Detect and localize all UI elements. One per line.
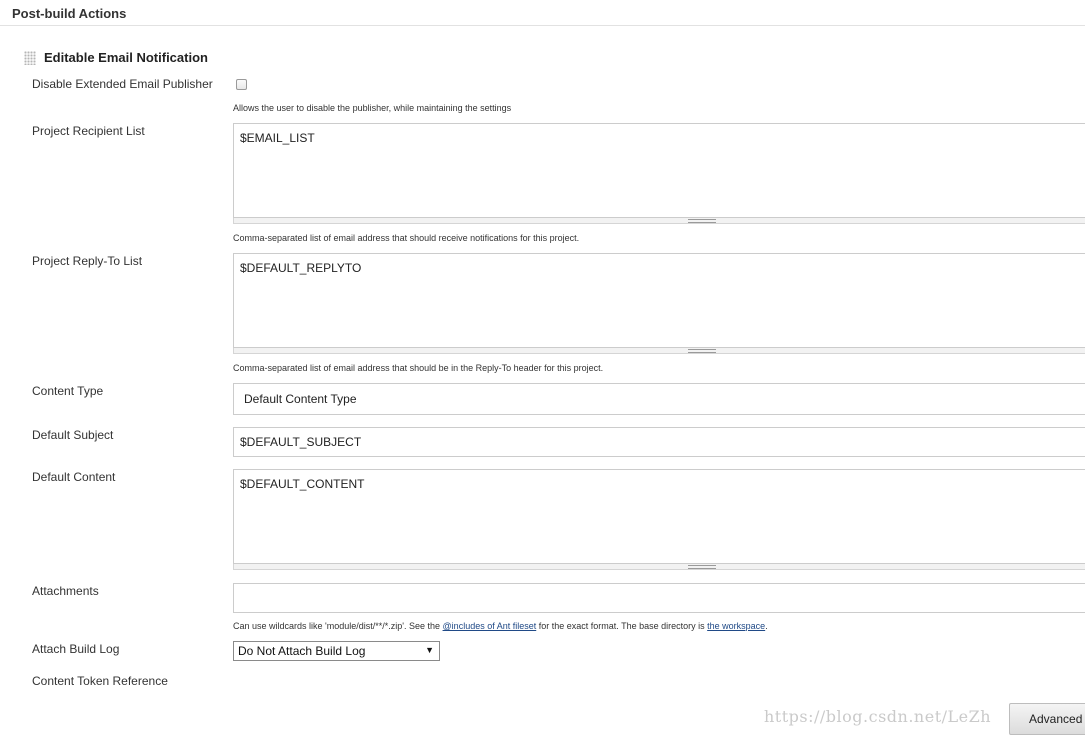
default-content-value: $DEFAULT_CONTENT — [240, 477, 365, 491]
default-content-textarea[interactable]: $DEFAULT_CONTENT — [233, 469, 1085, 564]
content-type-select[interactable]: Default Content Type — [233, 383, 1085, 415]
attach-build-log-label: Attach Build Log — [32, 642, 120, 656]
advanced-button-label: Advanced — [1029, 712, 1083, 726]
drag-handle-icon[interactable] — [24, 51, 36, 65]
attachments-input[interactable] — [233, 583, 1085, 613]
attachments-help-prefix: Can use wildcards like 'module/dist/**/*… — [233, 621, 443, 631]
section-header: Post-build Actions — [0, 0, 1085, 26]
disable-publisher-help: Allows the user to disable the publisher… — [233, 103, 512, 113]
content-type-label: Content Type — [32, 384, 104, 398]
advanced-button[interactable]: Advanced — [1009, 703, 1085, 735]
content-token-reference-label: Content Token Reference — [32, 674, 168, 688]
section-title: Post-build Actions — [12, 6, 127, 21]
attachments-help-middle: for the exact format. The base directory… — [536, 621, 708, 631]
default-subject-value: $DEFAULT_SUBJECT — [240, 435, 362, 449]
workspace-link[interactable]: the workspace — [707, 621, 765, 631]
recipient-list-label: Project Recipient List — [32, 124, 145, 138]
block-title: Editable Email Notification — [44, 50, 208, 65]
attachments-help-suffix: . — [765, 621, 768, 631]
watermark: https://blog.csdn.net/LeZh — [764, 707, 992, 726]
recipient-list-value: $EMAIL_LIST — [240, 131, 315, 145]
reply-to-resize-handle[interactable] — [233, 348, 1085, 354]
attachments-label: Attachments — [32, 584, 99, 598]
default-subject-label: Default Subject — [32, 428, 114, 442]
disable-publisher-label: Disable Extended Email Publisher — [32, 77, 213, 91]
chevron-down-icon: ▼ — [425, 645, 434, 655]
ant-fileset-link[interactable]: @includes of Ant fileset — [443, 621, 537, 631]
reply-to-label: Project Reply-To List — [32, 254, 143, 268]
attach-build-log-value: Do Not Attach Build Log — [238, 644, 366, 658]
default-content-resize-handle[interactable] — [233, 564, 1085, 570]
default-subject-input[interactable]: $DEFAULT_SUBJECT — [233, 427, 1085, 457]
reply-to-help: Comma-separated list of email address th… — [233, 363, 604, 373]
attachments-help: Can use wildcards like 'module/dist/**/*… — [233, 621, 768, 631]
recipient-list-help: Comma-separated list of email address th… — [233, 233, 580, 243]
recipient-list-resize-handle[interactable] — [233, 218, 1085, 224]
attach-build-log-select[interactable]: Do Not Attach Build Log ▼ — [233, 641, 440, 661]
reply-to-textarea[interactable]: $DEFAULT_REPLYTO — [233, 253, 1085, 348]
disable-publisher-checkbox[interactable] — [236, 79, 247, 90]
recipient-list-textarea[interactable]: $EMAIL_LIST — [233, 123, 1085, 218]
content-type-value: Default Content Type — [244, 392, 357, 406]
default-content-label: Default Content — [32, 470, 116, 484]
reply-to-value: $DEFAULT_REPLYTO — [240, 261, 362, 275]
